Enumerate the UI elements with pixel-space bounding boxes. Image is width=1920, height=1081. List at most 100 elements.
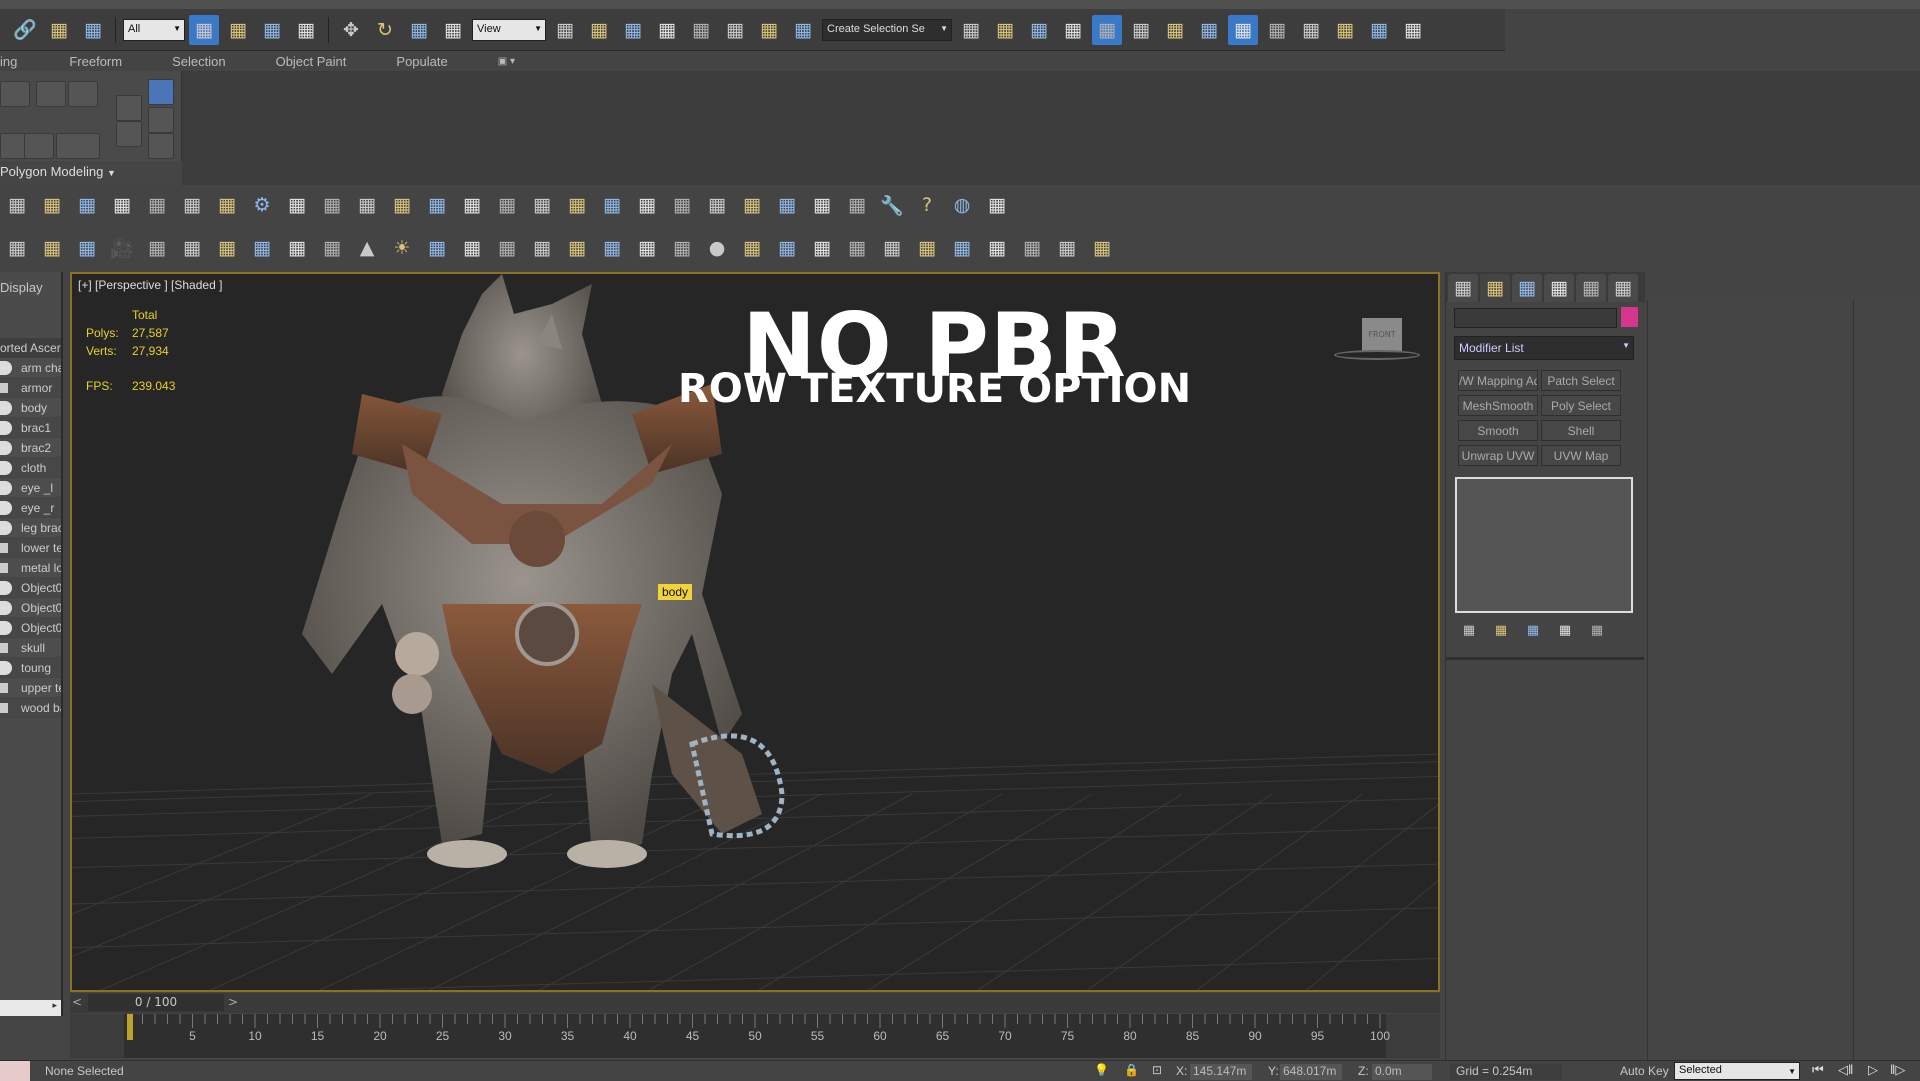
y-coordinate-field[interactable]: 648.017m <box>1280 1064 1342 1080</box>
grid-icon[interactable]: ▦ <box>737 233 767 263</box>
help-icon[interactable]: ? <box>912 190 942 220</box>
box-icon[interactable]: ▦ <box>177 190 207 220</box>
batch-render-icon[interactable]: ▦ <box>1017 233 1047 263</box>
perspective-viewport[interactable]: [+] [Perspective ] [Shaded ] Total Polys… <box>70 272 1440 992</box>
comb-icon[interactable]: ▦ <box>562 190 592 220</box>
fiber-icon[interactable]: ▦ <box>667 190 697 220</box>
mirror-split-icon[interactable]: ▦ <box>142 190 172 220</box>
brush-icon[interactable]: ▦ <box>72 190 102 220</box>
ribbon-button[interactable] <box>36 81 66 107</box>
geometry-icon[interactable] <box>0 400 12 415</box>
z-coordinate-field[interactable]: 0.0m <box>1372 1064 1432 1080</box>
layer-explorer-icon[interactable]: ▦ <box>1058 15 1088 45</box>
activeshade-icon[interactable]: ▦ <box>1364 15 1394 45</box>
snap-3d-icon[interactable]: ▦ <box>652 15 682 45</box>
time-slider[interactable]: < 0 / 100 > <box>70 993 1440 1013</box>
manipulate-icon[interactable]: ▦ <box>584 15 614 45</box>
geometry-icon[interactable] <box>0 500 12 515</box>
mesh-icon[interactable]: ▦ <box>457 233 487 263</box>
unlink-icon[interactable]: ▦ <box>44 15 74 45</box>
explorer-item[interactable]: brac2 <box>0 438 61 458</box>
fur-icon[interactable]: ▦ <box>352 190 382 220</box>
particle-icon[interactable]: ▦ <box>387 190 417 220</box>
geosphere-icon[interactable]: ▦ <box>562 233 592 263</box>
select-by-name-icon[interactable]: ▦ <box>223 15 253 45</box>
absolute-mode-icon[interactable]: ⊡ <box>1152 1063 1162 1077</box>
geometry-icon[interactable] <box>0 460 12 475</box>
ribbon-button[interactable] <box>116 121 142 147</box>
scale-icon[interactable]: ▦ <box>404 15 434 45</box>
display-icon[interactable]: ▦ <box>1576 274 1606 302</box>
geometry-icon[interactable] <box>0 660 12 675</box>
particle-flow-icon[interactable]: ▦ <box>982 233 1012 263</box>
utilities-icon[interactable]: ▦ <box>1608 274 1638 302</box>
play-icon[interactable]: ▷ <box>1868 1062 1878 1078</box>
selection-filter-dropdown[interactable]: All <box>123 18 185 41</box>
modifier-button[interactable]: Shell <box>1541 420 1621 441</box>
explorer-sort-column-header[interactable]: orted Ascer <box>0 338 61 358</box>
auto-key-button[interactable]: Auto Key <box>1620 1064 1669 1078</box>
explorer-item[interactable]: Object01 <box>0 598 61 618</box>
rectangular-selection-icon[interactable]: ▦ <box>257 15 287 45</box>
select-tool-icon[interactable]: ▦ <box>807 190 837 220</box>
modifier-button[interactable]: Poly Select <box>1541 395 1621 416</box>
explorer-item[interactable]: eye _r <box>0 498 61 518</box>
plant-icon[interactable]: ▦ <box>597 233 627 263</box>
ribbon-button[interactable] <box>0 81 30 107</box>
align-up-icon[interactable] <box>148 133 174 159</box>
explorer-item[interactable]: armor <box>0 378 61 398</box>
edit-named-selection-icon[interactable]: ▦ <box>788 15 818 45</box>
curve-editor-icon[interactable]: ▦ <box>1126 15 1156 45</box>
mirror-icon[interactable]: ▦ <box>956 15 986 45</box>
hair-icon[interactable]: ▦ <box>2 190 32 220</box>
geometry-icon[interactable] <box>0 600 12 615</box>
modifier-button[interactable]: Unwrap UVW <box>1458 445 1538 466</box>
pin-icon[interactable] <box>148 107 174 133</box>
bone-icon[interactable]: ▦ <box>422 190 452 220</box>
camera-dolly-icon[interactable]: ▦ <box>142 233 172 263</box>
pivot-tool-icon[interactable]: ▦ <box>527 190 557 220</box>
sun-icon[interactable]: ☀ <box>387 233 417 263</box>
ribbon-tab-freeform[interactable]: Freeform <box>69 54 122 69</box>
explorer-item[interactable]: arm chair <box>0 358 61 378</box>
explorer-item[interactable]: cloth <box>0 458 61 478</box>
light-lister-icon[interactable]: ▦ <box>72 233 102 263</box>
viewcube-compass-ring[interactable] <box>1334 350 1420 360</box>
ribbon-tab-modeling[interactable]: ing <box>0 54 17 69</box>
ribbon-button[interactable] <box>56 133 100 159</box>
x-coordinate-field[interactable]: 145.147m <box>1190 1064 1252 1080</box>
wrench-icon[interactable]: 🔧 <box>877 190 907 220</box>
ribbon-panel-label[interactable]: Polygon Modeling ▼ <box>0 161 182 185</box>
geometry-icon[interactable] <box>0 480 12 495</box>
rotate-icon[interactable]: ↻ <box>370 15 400 45</box>
pin-stack-icon[interactable]: ▦ <box>1458 620 1480 640</box>
geometry-icon[interactable] <box>0 440 12 455</box>
shirt-icon[interactable]: ▦ <box>912 233 942 263</box>
explorer-display-tab[interactable]: Display <box>0 272 61 298</box>
geometry-icon[interactable] <box>0 620 12 635</box>
go-to-start-icon[interactable]: ⏮ <box>1812 1062 1824 1078</box>
modifier-list-dropdown[interactable]: Modifier List <box>1454 336 1634 360</box>
explorer-item[interactable]: lower tee <box>0 538 61 558</box>
placement-icon[interactable]: ▦ <box>438 15 468 45</box>
explorer-item[interactable]: body <box>0 398 61 418</box>
helper-icon[interactable]: ▦ <box>842 190 872 220</box>
connect-icon[interactable]: ▦ <box>492 233 522 263</box>
maxscript-listener[interactable] <box>0 1061 30 1081</box>
toggle-ribbon-icon[interactable]: ▦ <box>1092 14 1122 45</box>
spline-icon[interactable]: ▦ <box>457 190 487 220</box>
pivot-center-icon[interactable]: ▦ <box>550 15 580 45</box>
chain-icon[interactable]: ▦ <box>107 190 137 220</box>
render-production-icon[interactable]: ▦ <box>1296 15 1326 45</box>
ep-icon[interactable]: ▦ <box>282 190 312 220</box>
light-toggle-icon[interactable] <box>148 79 174 105</box>
gear-icon[interactable]: ⚙ <box>247 190 277 220</box>
ribbon-tab-populate[interactable]: Populate <box>396 54 447 69</box>
modifier-button[interactable]: Patch Select <box>1541 370 1621 391</box>
explorer-item[interactable]: leg brac <box>0 518 61 538</box>
explorer-item[interactable]: metal low <box>0 558 61 578</box>
flower-icon[interactable]: ▦ <box>737 190 767 220</box>
editable-poly-icon[interactable] <box>0 682 8 693</box>
grass2-icon[interactable]: ▦ <box>492 190 522 220</box>
modifier-button[interactable]: MeshSmooth <box>1458 395 1538 416</box>
